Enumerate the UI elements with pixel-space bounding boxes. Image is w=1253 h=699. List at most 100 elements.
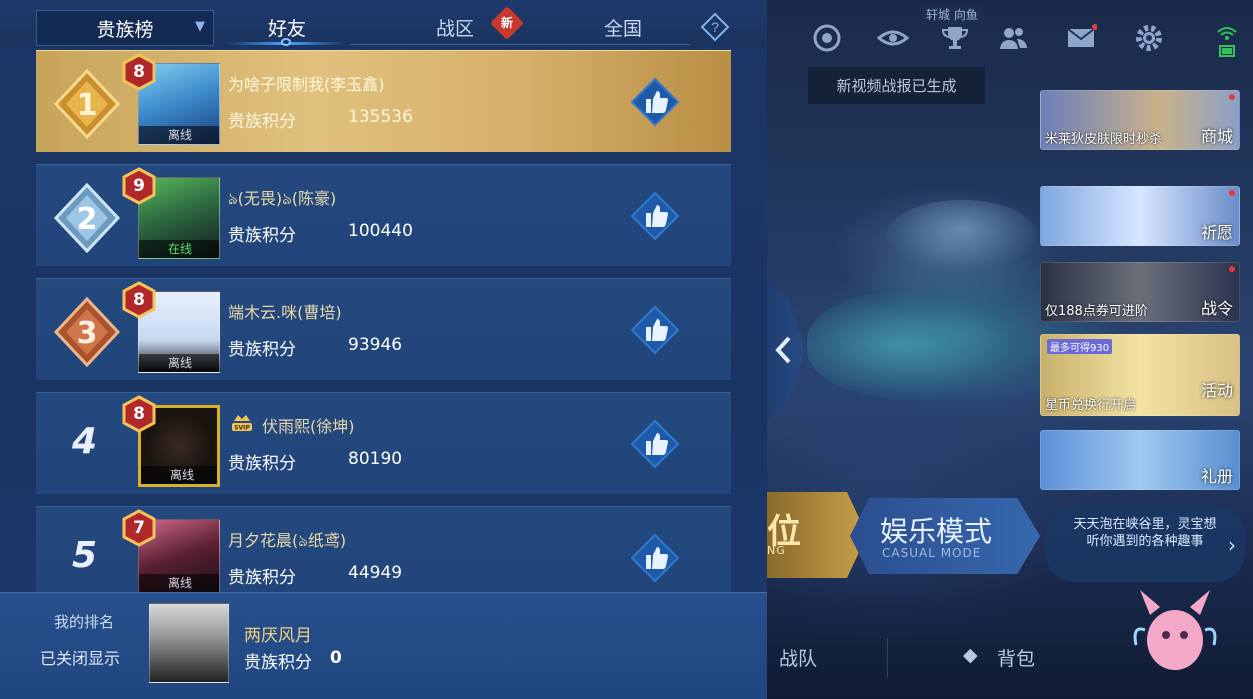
side-card-event[interactable]: 最多可得930 星币兑换行开启 活动	[1040, 334, 1240, 416]
level-badge: 9	[120, 167, 158, 205]
mail-icon[interactable]	[1063, 20, 1099, 56]
my-rank-value: 已关闭显示	[40, 649, 121, 668]
backpack-icon[interactable]: ◆	[963, 644, 978, 666]
notification-dot	[1229, 266, 1235, 272]
chevron-right-icon[interactable]: ›	[1228, 533, 1236, 557]
score-label: 贵族积分	[228, 568, 296, 588]
svg-text:1: 1	[77, 88, 98, 123]
level-badge: 8	[120, 53, 158, 91]
side-card-tag: 战令	[1200, 299, 1233, 318]
rank-number: 4	[72, 421, 98, 462]
side-card-giftbook[interactable]: 礼册	[1040, 430, 1240, 490]
wifi-battery-status	[1212, 22, 1242, 62]
like-button[interactable]	[630, 419, 680, 469]
side-card-shop[interactable]: 米莱狄皮肤限时秒杀 商城	[1040, 90, 1240, 150]
panel-header: 贵族榜 ▼ 好友 战区 新 全国 ?	[0, 0, 767, 48]
leaderboard-panel: 贵族榜 ▼ 好友 战区 新 全国 ? 1 离线 8 为啥子限制我(李玉鑫) 贵族…	[0, 0, 767, 699]
score-value: 80190	[348, 449, 403, 469]
nav-divider	[887, 638, 888, 678]
status-online: 在线	[139, 240, 219, 258]
my-player-name: 两厌风月	[244, 626, 312, 646]
new-badge: 新	[490, 6, 524, 40]
score-value: 93946	[348, 335, 403, 355]
notification-dot	[1229, 94, 1235, 100]
status-offline: 离线	[139, 126, 219, 144]
bronze-rank-badge: 3	[50, 295, 124, 369]
tab-war-zone[interactable]: 战区	[436, 14, 474, 41]
player-name: ঌ(无畏)ঌ(陈豪)	[228, 189, 337, 208]
svg-text:3: 3	[77, 316, 98, 351]
casual-mode-button[interactable]: 娱乐模式 CASUAL MODE	[850, 498, 1040, 574]
like-button[interactable]	[630, 77, 680, 127]
leaderboard-row[interactable]: 1 离线 8 为啥子限制我(李玉鑫) 贵族积分 135536	[36, 50, 731, 152]
my-rank-label: 我的排名	[54, 613, 115, 631]
status-offline: 离线	[139, 574, 219, 592]
floating-island	[887, 200, 1037, 270]
score-label: 贵族积分	[228, 340, 296, 360]
like-button[interactable]	[630, 533, 680, 583]
thumbs-up-icon	[630, 305, 680, 355]
svg-text:SVIP: SVIP	[234, 425, 250, 432]
side-card-tag: 礼册	[1200, 467, 1233, 486]
notification-dot	[1229, 190, 1235, 196]
svip-icon: SVIP	[230, 411, 254, 435]
chevron-left-icon	[775, 336, 791, 364]
casual-mode-subtitle: CASUAL MODE	[882, 546, 982, 560]
rank-number: 5	[72, 535, 98, 576]
active-tab-indicator	[281, 38, 291, 46]
player-name: 端木云.咪(曹培)	[228, 303, 342, 322]
level-badge: 7	[120, 509, 158, 547]
casual-mode-title: 娱乐模式	[880, 515, 993, 548]
level-badge: 8	[120, 281, 158, 319]
svg-text:?: ?	[711, 19, 719, 35]
player-name: 为啥子限制我(李玉鑫)	[228, 75, 385, 94]
leaderboard-type-dropdown[interactable]: 贵族榜 ▼	[36, 10, 214, 46]
leaderboard-row[interactable]: 2 在线 9 ঌ(无畏)ঌ(陈豪) 贵族积分 100440	[36, 164, 731, 266]
status-offline: 离线	[141, 466, 217, 484]
leaderboard-row[interactable]: 3 离线 8 端木云.咪(曹培) 贵族积分 93946	[36, 278, 731, 380]
like-button[interactable]	[630, 305, 680, 355]
level-badge: 8	[120, 395, 158, 433]
my-score-label: 贵族积分	[244, 653, 312, 673]
player-name: 伏雨熙(徐坤)	[262, 417, 355, 436]
settings-gear-icon[interactable]	[1131, 20, 1167, 56]
tab-friends[interactable]: 好友	[268, 14, 306, 41]
side-card-battlepass[interactable]: 仅188点券可进阶 战令	[1040, 262, 1240, 322]
ranked-mode-subtitle: NG	[767, 544, 786, 557]
pet-speech-bubble[interactable]: 天天泡在峡谷里，灵宝想听你遇到的各种趣事	[1045, 506, 1245, 582]
target-icon[interactable]	[809, 20, 845, 56]
score-label: 贵族积分	[228, 226, 296, 246]
nav-team[interactable]: 战队	[779, 644, 817, 671]
side-card-caption: 星币兑换行开启	[1045, 398, 1137, 413]
thumbs-up-icon	[630, 191, 680, 241]
thumbs-up-icon	[630, 77, 680, 127]
side-card-caption: 仅188点券可进阶	[1045, 304, 1148, 319]
gold-rank-badge: 1	[50, 67, 124, 141]
status-offline: 离线	[139, 354, 219, 372]
eye-icon[interactable]	[875, 20, 911, 56]
score-value: 44949	[348, 563, 403, 583]
svg-text:2: 2	[77, 202, 98, 237]
friends-icon[interactable]	[995, 20, 1031, 56]
header-divider	[350, 44, 690, 45]
trophy-icon[interactable]	[937, 20, 973, 56]
leaderboard-row[interactable]: 4 离线 8 SVIP 伏雨熙(徐坤) 贵族积分 80190	[36, 392, 731, 494]
side-card-caption: 米莱狄皮肤限时秒杀	[1045, 132, 1163, 147]
side-card-tag: 祈愿	[1200, 223, 1233, 242]
nav-backpack[interactable]: 背包	[997, 644, 1035, 671]
leaderboard-row[interactable]: 5 离线 7 月夕花晨(ঌ纸鸢) 贵族积分 44949	[36, 506, 731, 593]
side-card-wish[interactable]: 祈愿	[1040, 186, 1240, 246]
my-avatar[interactable]	[149, 603, 229, 683]
like-button[interactable]	[630, 191, 680, 241]
video-report-tip[interactable]: 新视频战报已生成	[808, 67, 985, 104]
silver-rank-badge: 2	[50, 181, 124, 255]
my-rank-bar: 我的排名 已关闭显示 两厌风月 贵族积分 0	[0, 592, 767, 699]
side-card-tag: 活动	[1200, 381, 1233, 400]
question-icon[interactable]: ?	[700, 12, 730, 42]
score-label: 贵族积分	[228, 454, 296, 474]
dropdown-label: 贵族榜	[96, 18, 154, 41]
tab-nationwide[interactable]: 全国	[604, 14, 642, 41]
score-value: 135536	[348, 107, 413, 127]
thumbs-up-icon	[630, 533, 680, 583]
side-card-tag: 商城	[1200, 127, 1233, 146]
